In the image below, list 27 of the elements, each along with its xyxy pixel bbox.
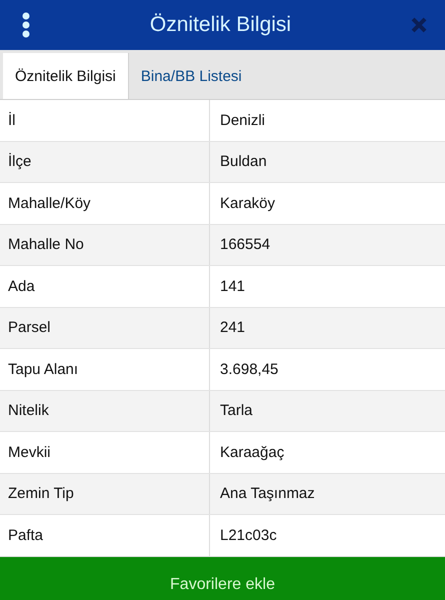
row-value: Denizli (209, 100, 445, 140)
row-label: Ada (7, 276, 36, 297)
row-value: 241 (209, 308, 445, 348)
menu-icon[interactable] (22, 12, 30, 38)
row-label: İlçe (7, 152, 32, 172)
add-favorites-button[interactable]: Favorilere ekle (0, 556, 445, 600)
row-label: Mahalle/Köy (7, 194, 92, 214)
tab[interactable]: Öznitelik Bilgisi (2, 53, 129, 99)
row-value: 3.698,45 (209, 349, 445, 390)
row-label: Nitelik (7, 401, 50, 422)
row-label: Mahalle No (7, 235, 85, 256)
row-label: Zemin Tip (7, 484, 75, 504)
tab[interactable]: Bina/BB Listesi (128, 53, 254, 99)
row-value: Tarla (209, 390, 445, 431)
row-label: Parsel (7, 318, 52, 338)
row-value: Buldan (209, 142, 445, 182)
row-label: İl (7, 110, 16, 131)
row-label: Pafta (7, 526, 44, 546)
row-value: Karaköy (209, 183, 445, 224)
row-value: L21c03c (209, 515, 445, 556)
window-title: Öznitelik Bilgisi (148, 13, 292, 37)
row-value: 141 (209, 266, 445, 306)
row-value: 166554 (209, 224, 445, 265)
row-label: Mevkii (7, 442, 52, 463)
row-value: Ana Taşınmaz (209, 474, 445, 514)
row-label: Tapu Alanı (7, 360, 80, 380)
row-value: Karaağaç (209, 432, 445, 472)
